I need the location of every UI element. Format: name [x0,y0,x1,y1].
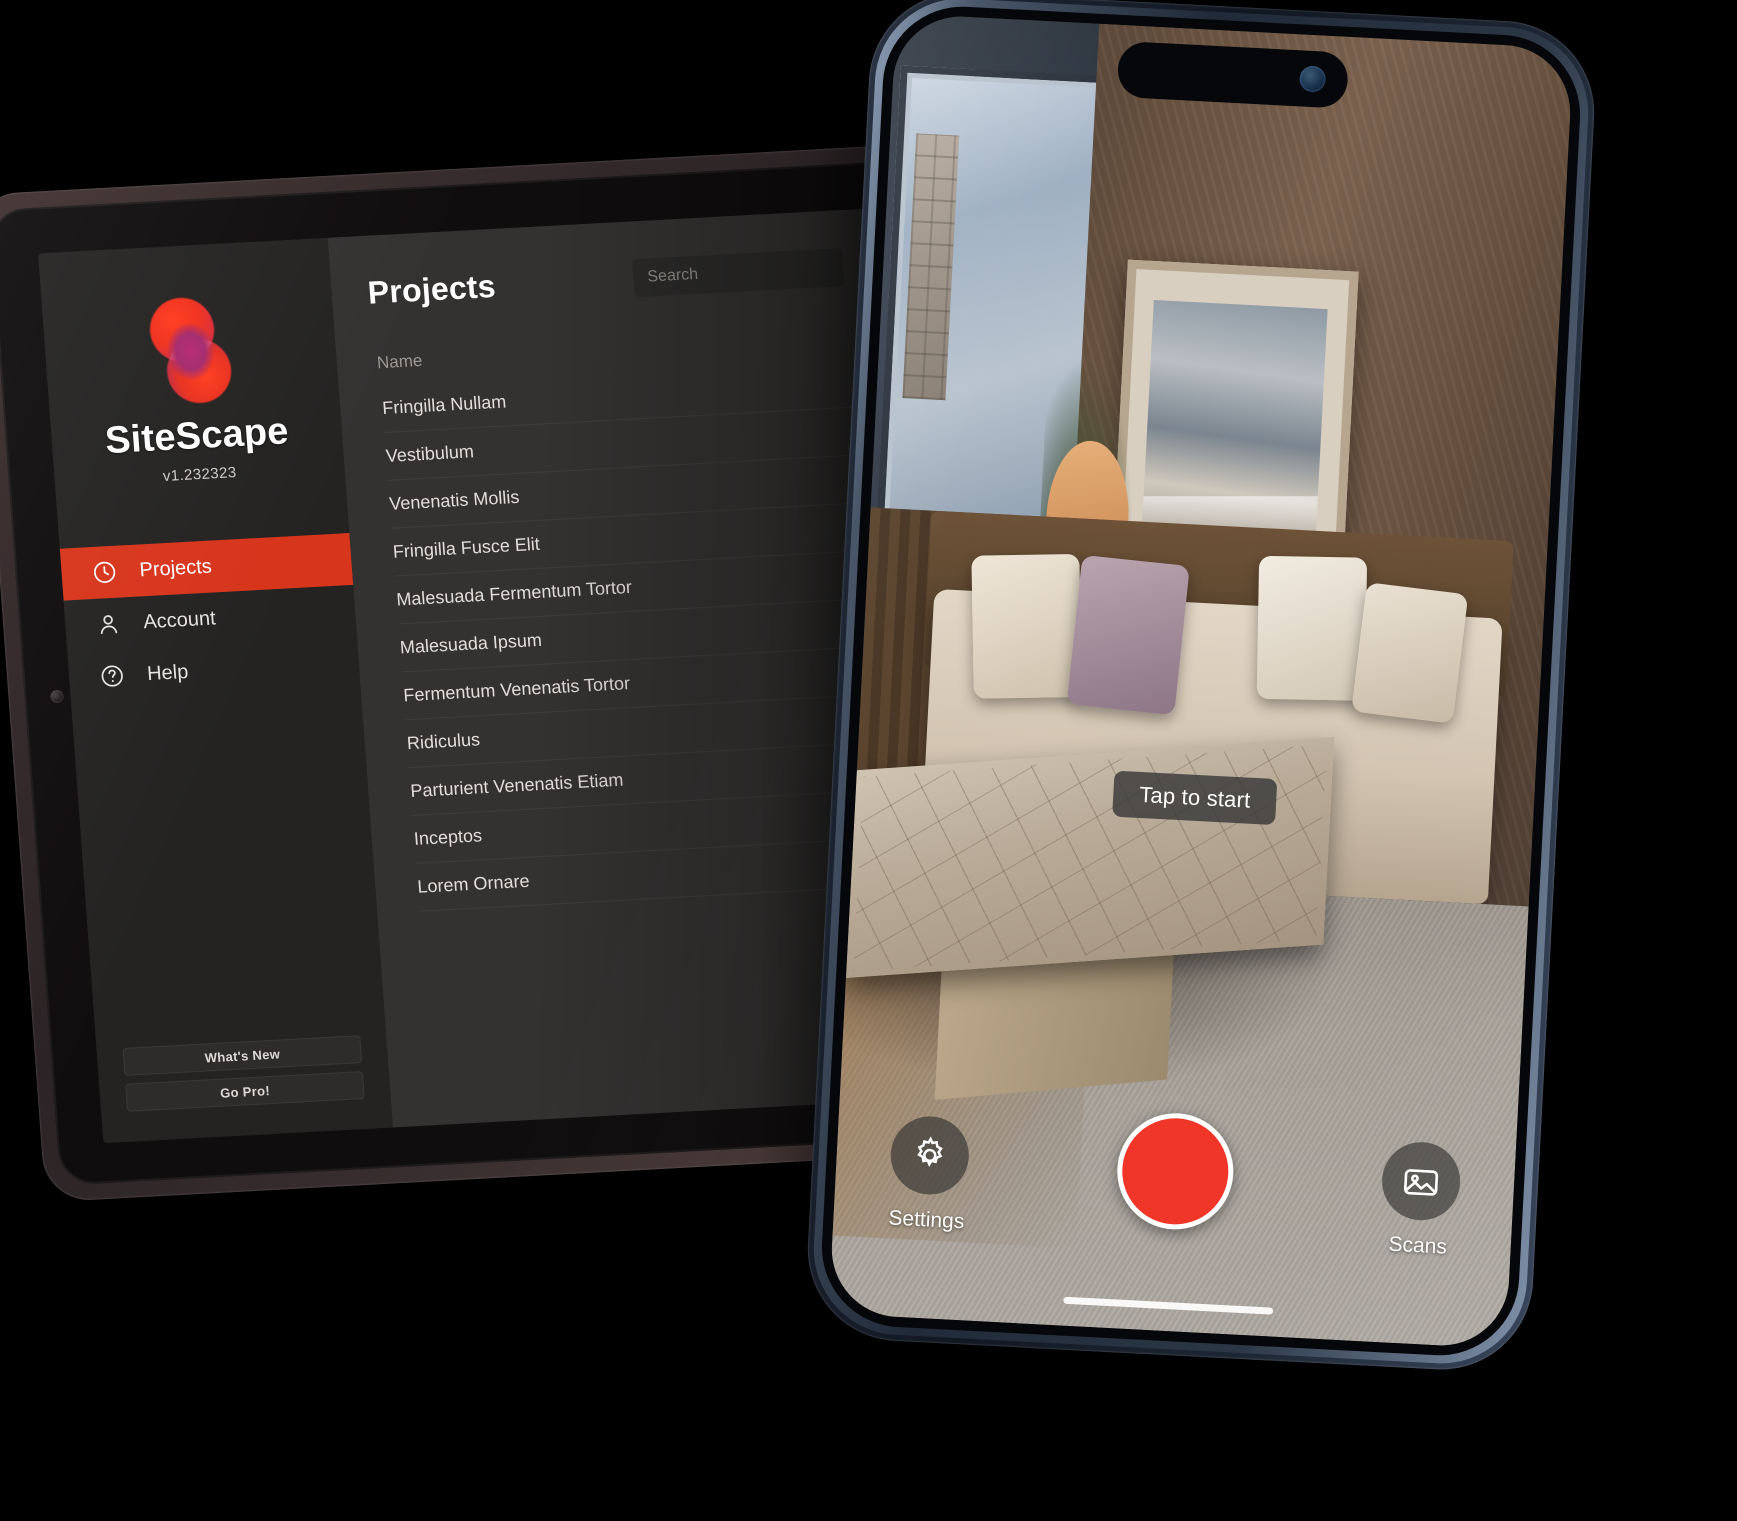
page-title: Projects [366,267,497,311]
project-name: Ridiculus [406,729,481,754]
scans-control[interactable]: Scans [1378,1140,1463,1260]
tap-to-start-hint: Tap to start [1112,770,1278,826]
whats-new-button[interactable]: What's New [122,1035,363,1076]
brand-name: SiteScape [103,410,291,463]
tablet-camera-icon [50,689,65,704]
project-name: Malesuada Ipsum [399,629,543,658]
photo-library-icon [1403,1169,1439,1196]
sidebar-item-label: Projects [138,555,213,581]
search-placeholder: Search [646,265,699,286]
sidebar-item-label: Account [142,606,217,633]
project-name: Vestibulum [385,441,475,466]
scans-button[interactable] [1380,1140,1463,1223]
project-name: Lorem Ornare [416,870,531,897]
project-name: Inceptos [413,825,483,849]
dynamic-island [1116,40,1350,109]
settings-control[interactable]: Settings [887,1114,971,1234]
project-name: Malesuada Fermentum Tortor [395,576,633,610]
settings-button[interactable] [888,1114,971,1197]
sidebar-footer: What's New Go Pro! [97,1034,394,1143]
sitescape-logo-icon [144,295,238,409]
project-name: Fringilla Nullam [381,391,507,419]
clock-icon [91,559,119,586]
front-camera-icon [1298,65,1327,93]
settings-label: Settings [887,1206,965,1234]
brand-area: SiteScape v1.232323 [38,238,345,491]
sidebar-nav: Projects Account Help [59,533,361,704]
screenshot-stage: SiteScape v1.232323 Projects Account Hel… [0,0,1737,1521]
scans-label: Scans [1387,1232,1448,1259]
project-name: Parturient Venenatis Etiam [409,769,625,802]
project-name: Fringilla Fusce Elit [392,533,541,562]
go-pro-button[interactable]: Go Pro! [125,1071,365,1112]
project-name: Fermentum Venenatis Tortor [402,673,631,706]
question-circle-icon [98,662,126,689]
phone-device: Tap to start Settings Scans [803,0,1599,1375]
person-icon [94,611,122,638]
sidebar-item-label: Help [146,660,190,685]
project-name: Venenatis Mollis [388,486,521,514]
gear-icon [917,1136,943,1168]
phone-screen: Tap to start Settings Scans [828,13,1574,1349]
tablet-screen: SiteScape v1.232323 Projects Account Hel… [38,208,935,1144]
